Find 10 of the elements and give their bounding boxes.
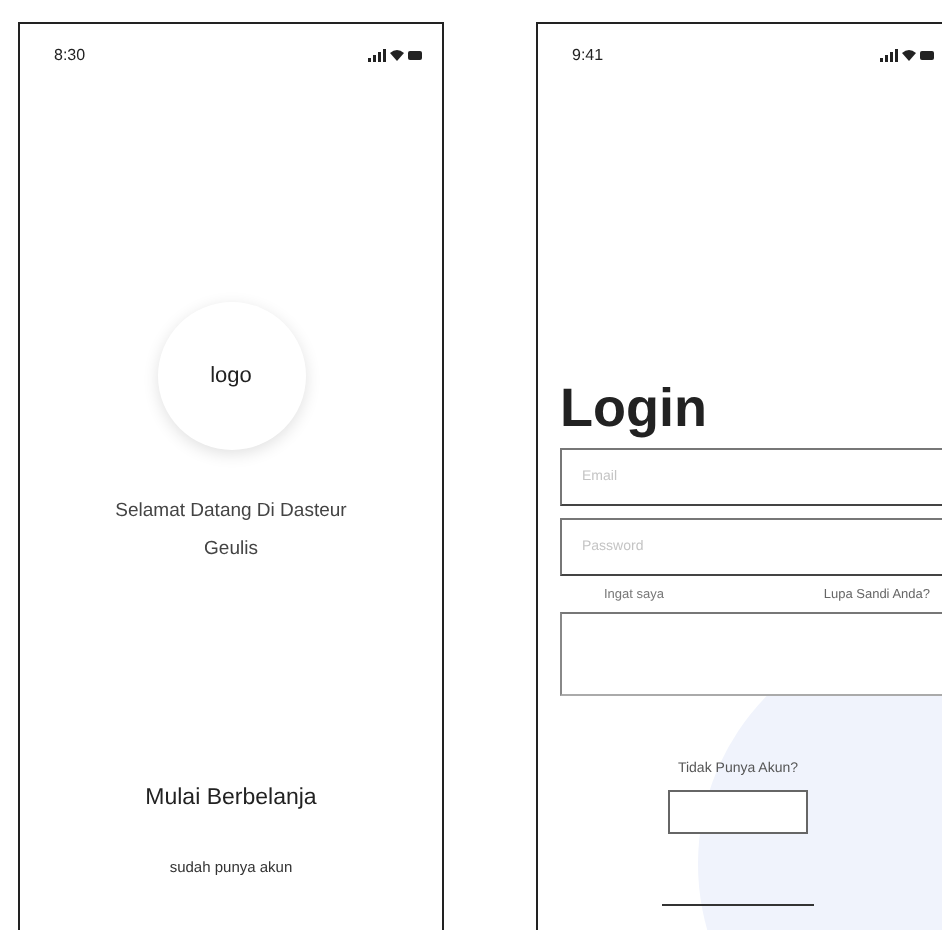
status-time: 8:30 <box>54 45 86 63</box>
logo-circle: logo <box>157 302 305 450</box>
status-time: 9:41 <box>572 45 604 63</box>
login-title: Login <box>560 376 709 440</box>
status-icons <box>368 47 422 61</box>
welcome-text: Selamat Datang Di Dasteur Geulis <box>113 498 349 564</box>
status-icons <box>880 47 934 61</box>
start-shopping-button[interactable]: Mulai Berbelanja <box>137 782 325 814</box>
signup-button[interactable] <box>668 790 808 834</box>
login-button[interactable] <box>560 612 942 696</box>
